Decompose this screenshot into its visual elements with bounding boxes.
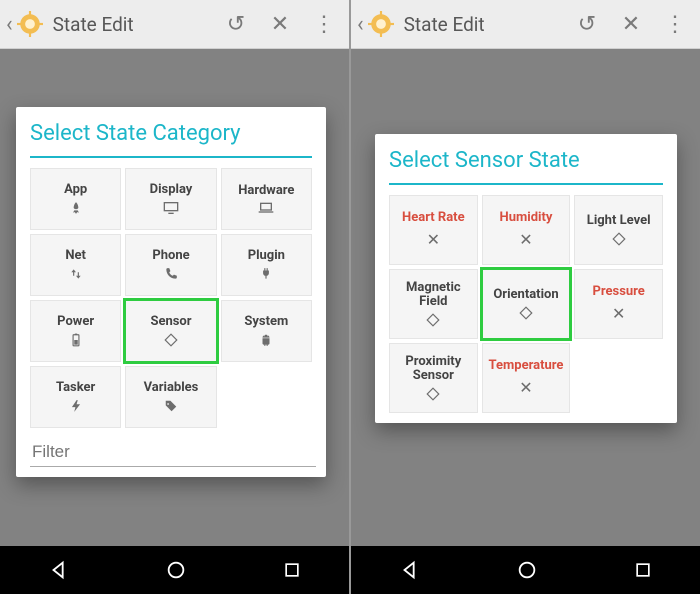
undo-icon[interactable]: ↺ [568, 12, 606, 37]
unavailable-icon: ✕ [427, 230, 440, 249]
sensor-pressure[interactable]: Pressure ✕ [574, 269, 663, 339]
sensor-light-level[interactable]: Light Level [574, 195, 663, 265]
close-icon[interactable]: ✕ [612, 12, 650, 37]
category-plugin[interactable]: Plugin [221, 234, 312, 296]
laptop-icon [258, 202, 274, 214]
battery-icon [71, 333, 81, 347]
more-icon[interactable]: ⋮ [305, 12, 343, 37]
divider [30, 156, 312, 158]
unavailable-icon: ✕ [612, 304, 625, 323]
back-icon[interactable]: ‹ [357, 12, 364, 37]
sensor-temperature[interactable]: Temperature ✕ [482, 343, 571, 413]
nav-home-icon[interactable] [165, 559, 187, 581]
sensor-magnetic-field[interactable]: Magnetic Field [389, 269, 478, 339]
plug-icon [260, 267, 272, 281]
android-navbar [0, 546, 349, 594]
unavailable-icon: ✕ [519, 230, 532, 249]
sensor-humidity[interactable]: Humidity ✕ [482, 195, 571, 265]
sensor-grid: Heart Rate ✕ Humidity ✕ Light Level Magn… [389, 195, 663, 413]
topbar: ‹ State Edit ↺ ✕ ⋮ [0, 0, 349, 49]
page-title: State Edit [404, 13, 562, 36]
category-hardware[interactable]: Hardware [221, 168, 312, 230]
lightning-icon [70, 399, 82, 413]
sensor-icon [164, 333, 178, 347]
sensor-heart-rate[interactable]: Heart Rate ✕ [389, 195, 478, 265]
nav-home-icon[interactable] [516, 559, 538, 581]
unavailable-icon: ✕ [519, 378, 532, 397]
tasker-app-icon [17, 11, 43, 37]
monitor-icon [163, 201, 179, 215]
category-sensor[interactable]: Sensor [125, 300, 216, 362]
category-tasker[interactable]: Tasker [30, 366, 121, 428]
category-variables[interactable]: Variables [125, 366, 216, 428]
category-app[interactable]: App [30, 168, 121, 230]
nav-recent-icon[interactable] [633, 560, 653, 580]
phone-icon [164, 267, 178, 281]
back-icon[interactable]: ‹ [6, 12, 13, 37]
close-icon[interactable]: ✕ [261, 12, 299, 37]
category-net[interactable]: Net [30, 234, 121, 296]
nav-back-icon[interactable] [399, 559, 421, 581]
category-system[interactable]: System [221, 300, 312, 362]
rocket-icon [69, 201, 83, 215]
category-display[interactable]: Display [125, 168, 216, 230]
android-icon [259, 333, 273, 347]
state-category-dialog: Select State Category App Display Hardwa… [16, 107, 326, 477]
topbar: ‹ State Edit ↺ ✕ ⋮ [351, 0, 700, 49]
tag-icon [164, 399, 178, 413]
sensor-icon [612, 232, 626, 246]
dialog-title: Select State Category [30, 121, 312, 146]
sensor-icon [426, 313, 440, 327]
sensor-orientation[interactable]: Orientation [482, 269, 571, 339]
android-navbar [351, 546, 700, 594]
filter-input[interactable] [30, 438, 316, 467]
sensor-icon [426, 387, 440, 401]
category-power[interactable]: Power [30, 300, 121, 362]
transfer-icon [70, 267, 82, 281]
category-grid: App Display Hardware Net [30, 168, 312, 428]
more-icon[interactable]: ⋮ [656, 12, 694, 37]
category-phone[interactable]: Phone [125, 234, 216, 296]
page-title: State Edit [53, 13, 211, 36]
nav-back-icon[interactable] [48, 559, 70, 581]
sensor-proximity[interactable]: Proximity Sensor [389, 343, 478, 413]
undo-icon[interactable]: ↺ [217, 12, 255, 37]
sensor-state-dialog: Select Sensor State Heart Rate ✕ Humidit… [375, 134, 677, 423]
tasker-app-icon [368, 11, 394, 37]
nav-recent-icon[interactable] [282, 560, 302, 580]
divider [389, 183, 663, 185]
dialog-title: Select Sensor State [389, 148, 663, 173]
sensor-icon [519, 306, 533, 320]
